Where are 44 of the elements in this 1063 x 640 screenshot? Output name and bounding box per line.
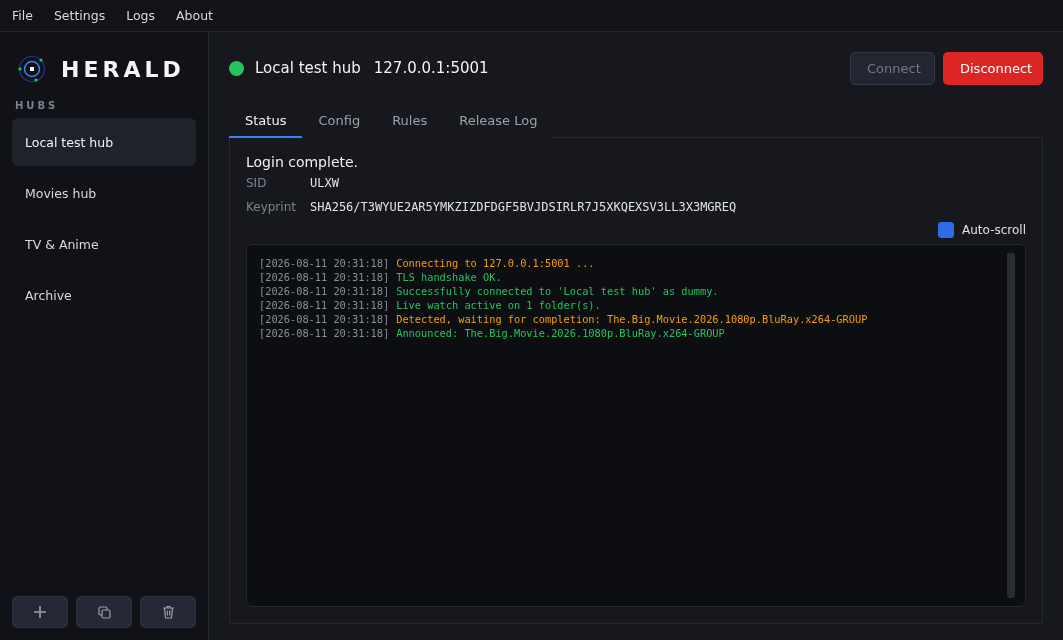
field-label: Keyprint [246,200,297,214]
log-message: Successfully connected to 'Local test hub' as dummy. [396,285,719,297]
log-message: Detected, waiting for completion: The.Big.Movie.2026.1080p.BluRay.x264-GROUP [396,313,868,325]
tab[interactable]: Rules [376,104,444,138]
menu-item[interactable]: Settings [44,8,115,23]
delete-button[interactable] [140,596,196,628]
plus-icon [33,605,47,619]
scrollbar[interactable] [1007,253,1015,598]
duplicate-button[interactable] [76,596,132,628]
log-timestamp: [2026-08-11 20:31:18] [259,313,390,325]
menu-item[interactable]: About [167,8,222,23]
log-timestamp: [2026-08-11 20:31:18] [259,257,390,269]
hub-title: Local test hub [255,59,361,77]
field-value: ULXW [310,176,340,190]
tab[interactable]: Release Log [443,104,554,138]
field-label: SID [246,176,268,190]
add-button[interactable] [12,596,68,628]
tab[interactable]: Config [302,104,377,138]
log-message: Announced: The.Big.Movie.2026.1080p.BluRay.x264-GROUP [396,327,725,339]
menu-item[interactable]: Logs [117,8,165,23]
logo-icon [17,54,47,84]
disconnect-button[interactable]: Disconnect [943,51,1043,85]
hub-item[interactable]: Local test hub [12,118,196,166]
log-message: TLS handshake OK. [396,271,502,283]
auto-scroll-checkbox[interactable] [938,222,955,238]
section-heading: HUBS [15,100,60,111]
checkbox-label: Auto-scroll [962,223,1026,237]
hub-item[interactable]: Movies hub [12,169,196,217]
tab[interactable]: Status [229,104,303,138]
hub-address: 127.0.0.1:5001 [373,59,489,77]
log-message: Live watch active on 1 folder(s). [396,299,601,311]
copy-icon [97,605,111,619]
menu-item[interactable]: File [3,8,42,23]
trash-icon [161,605,175,619]
log-timestamp: [2026-08-11 20:31:18] [259,299,390,311]
app-name: HERALD [61,56,185,82]
status-message: Login complete. [246,154,360,170]
log-timestamp: [2026-08-11 20:31:18] [259,285,390,297]
log-timestamp: [2026-08-11 20:31:18] [259,271,390,283]
hub-item[interactable]: TV & Anime [12,220,196,268]
log-timestamp: [2026-08-11 20:31:18] [259,327,390,339]
log-message: Connecting to 127.0.0.1:5001 ... [396,257,595,269]
field-value: SHA256/T3WYUE2AR5YMKZIZDFDGF5BVJDSIRLR7J5XKQEXSV3LL3X3MGREQ [310,200,738,214]
hub-item[interactable]: Archive [12,271,196,319]
